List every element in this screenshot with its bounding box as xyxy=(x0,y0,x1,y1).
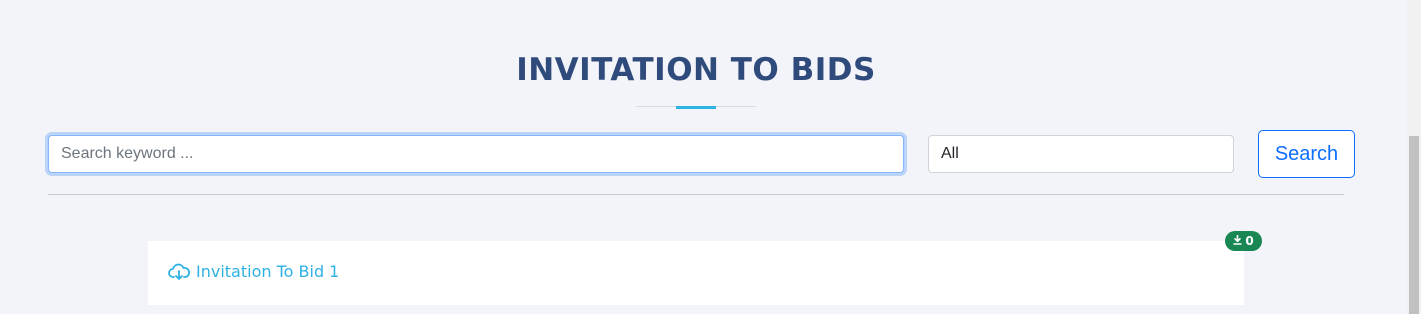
bid-document-link[interactable]: Invitation To Bid 1 xyxy=(168,261,339,283)
page: INVITATION TO BIDS All Search Invitation… xyxy=(0,0,1407,314)
search-input[interactable] xyxy=(48,135,904,173)
vertical-scrollbar[interactable] xyxy=(1407,0,1421,314)
divider xyxy=(48,194,1344,195)
search-button[interactable]: Search xyxy=(1258,130,1355,178)
download-icon xyxy=(1233,234,1243,248)
page-title: INVITATION TO BIDS xyxy=(516,52,876,88)
category-select-value: All xyxy=(941,145,959,162)
bid-title: Invitation To Bid 1 xyxy=(196,262,340,281)
title-underline-accent xyxy=(676,106,716,109)
category-select[interactable]: All xyxy=(928,135,1234,173)
scrollbar-thumb[interactable] xyxy=(1409,136,1419,314)
list-item: Invitation To Bid 1 xyxy=(148,241,1244,305)
cloud-download-icon xyxy=(168,263,190,281)
download-count-badge: 0 xyxy=(1225,231,1262,251)
download-count: 0 xyxy=(1245,234,1254,248)
